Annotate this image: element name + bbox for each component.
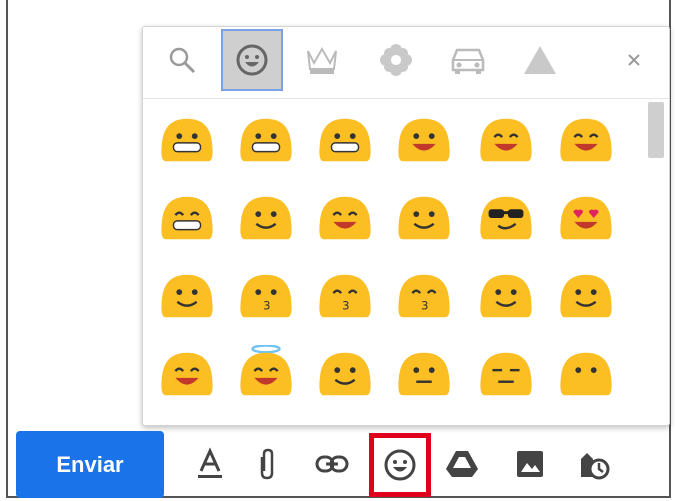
search-icon[interactable]: [151, 29, 213, 91]
smiley-icon: [236, 44, 268, 76]
smiley-tab[interactable]: [221, 29, 283, 91]
send-button[interactable]: Enviar: [16, 431, 164, 498]
scrollbar[interactable]: [642, 100, 668, 426]
emoji-kiss-wink[interactable]: [157, 266, 217, 326]
svg-text:3: 3: [342, 299, 349, 313]
crown-icon[interactable]: [291, 29, 353, 91]
emoji-yum[interactable]: [394, 188, 454, 248]
emoji-sweat-smile[interactable]: [556, 110, 616, 170]
emoji-kiss-smile[interactable]: 3: [315, 266, 375, 326]
emoji-grin-teeth[interactable]: [236, 110, 296, 170]
emoji-no-mouth[interactable]: [556, 344, 616, 404]
compose-toolbar: Enviar: [0, 431, 675, 501]
emoji-smile-blush[interactable]: [476, 110, 536, 170]
emoji-neutral[interactable]: [394, 344, 454, 404]
emoji-wink[interactable]: [236, 188, 296, 248]
emoji-smile-open[interactable]: [394, 110, 454, 170]
emoji-hug[interactable]: [157, 344, 217, 404]
emoji-laughing[interactable]: [157, 188, 217, 248]
drive-icon[interactable]: [440, 439, 484, 489]
car-icon[interactable]: [437, 29, 499, 91]
svg-text:3: 3: [421, 299, 428, 313]
scrollbar-thumb[interactable]: [648, 102, 664, 158]
schedule-icon[interactable]: [572, 439, 616, 489]
svg-text:3: 3: [263, 299, 270, 313]
triangle-icon[interactable]: [509, 29, 571, 91]
emoji-kiss-closed[interactable]: 3: [394, 266, 454, 326]
emoji-halo[interactable]: [236, 344, 296, 404]
emoji-expressionless[interactable]: [476, 344, 536, 404]
emoji-grinning[interactable]: [157, 110, 217, 170]
emoji-sunglasses[interactable]: [476, 188, 536, 248]
emoji-category-tabs: [143, 27, 669, 99]
close-icon[interactable]: [621, 47, 647, 73]
attach-icon[interactable]: [245, 439, 289, 489]
flower-icon[interactable]: [365, 29, 427, 91]
format-text-icon[interactable]: [188, 439, 232, 489]
link-icon[interactable]: [310, 439, 354, 489]
emoji-slight-smile[interactable]: [476, 266, 536, 326]
photo-icon[interactable]: [508, 439, 552, 489]
emoji-laugh-tears[interactable]: [315, 110, 375, 170]
emoji-heart-eyes[interactable]: [556, 188, 616, 248]
emoji-relieved[interactable]: [315, 188, 375, 248]
emoji-slight-smile-2[interactable]: [556, 266, 616, 326]
emoji-grid: 3 3 3: [143, 100, 643, 426]
emoji-kissing[interactable]: 3: [236, 266, 296, 326]
emoji-button[interactable]: [369, 433, 431, 497]
emoji-picker: 3 3 3: [142, 26, 670, 426]
emoji-icon: [384, 449, 416, 481]
emoji-thinking[interactable]: [315, 344, 375, 404]
